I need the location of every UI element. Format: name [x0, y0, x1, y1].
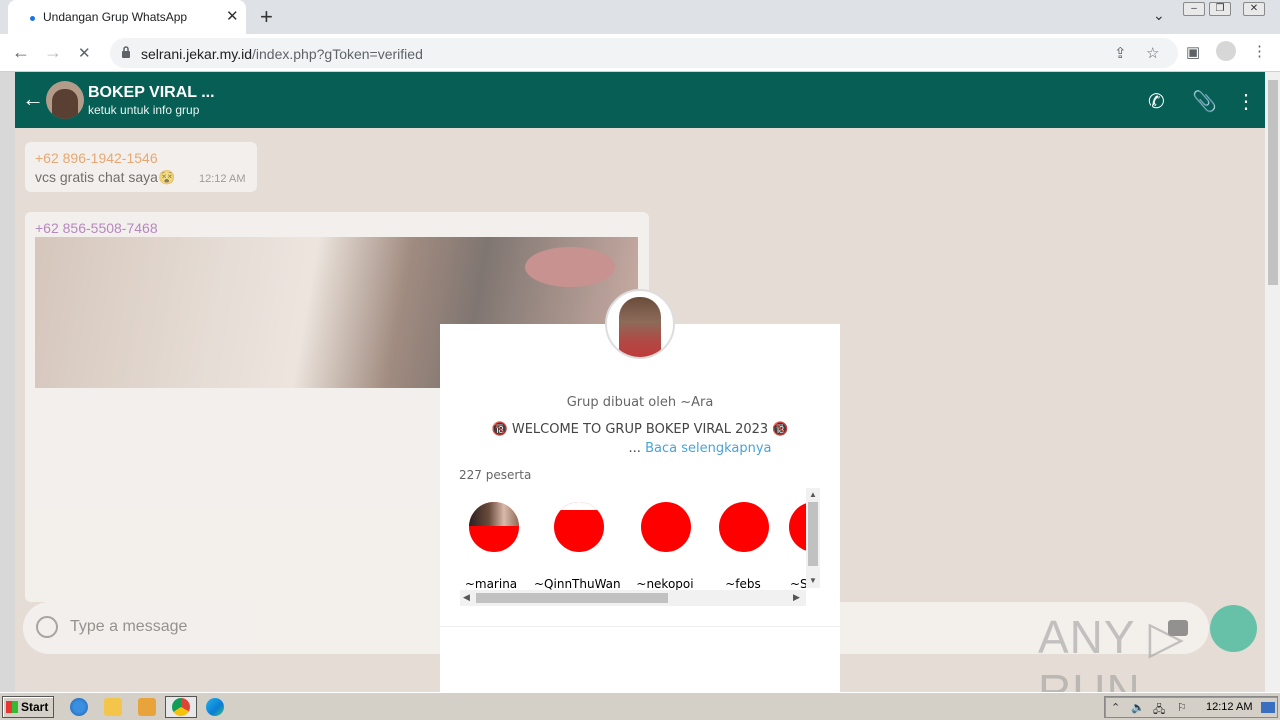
more-options-icon[interactable]: ⋮ [1236, 89, 1256, 114]
member-item[interactable]: ~S [770, 488, 806, 598]
member-name: ~marina [464, 577, 518, 591]
tab-search-icon[interactable]: ⌄ [1153, 7, 1165, 24]
scroll-left-icon[interactable]: ◀ [463, 592, 470, 603]
share-icon[interactable]: ⇪ [1114, 44, 1127, 62]
message-sender: +62 856-5508-7468 [35, 220, 158, 236]
member-item[interactable]: ~nekopoi [622, 488, 708, 598]
group-subtitle: ketuk untuk info grup [88, 103, 200, 117]
back-button[interactable]: ← [12, 42, 30, 63]
member-avatar [719, 502, 769, 552]
clock[interactable]: 12:12 AM [1206, 701, 1252, 713]
hscroll-thumb[interactable] [476, 593, 668, 603]
edge-icon[interactable] [206, 698, 224, 716]
system-tray: ⌃ 🔈 🖧 ⚐ 12:12 AM [1104, 696, 1278, 718]
volume-icon[interactable]: 🔈 [1131, 701, 1145, 714]
modal-group-avatar [605, 289, 675, 359]
restore-button[interactable]: ❐ [1209, 2, 1231, 16]
scroll-right-icon[interactable]: ▶ [793, 592, 800, 603]
media-player-icon[interactable] [138, 698, 156, 716]
file-explorer-icon[interactable] [104, 698, 122, 716]
member-avatar [641, 502, 691, 552]
member-avatar [554, 502, 604, 552]
minimize-button[interactable]: – [1183, 2, 1205, 16]
scroll-up-icon[interactable]: ▲ [809, 490, 817, 499]
bookmark-star-icon[interactable]: ☆ [1146, 44, 1159, 62]
internet-explorer-icon[interactable] [70, 698, 88, 716]
member-list-hscroll[interactable]: ◀ ▶ [460, 590, 806, 606]
network-icon[interactable]: 🖧 [1153, 701, 1165, 720]
browser-menu-icon[interactable]: ⋮ [1252, 42, 1267, 60]
phone-icon[interactable]: ✆ [1148, 89, 1165, 114]
group-invite-modal: Grup dibuat oleh ~Ara 🔞 WELCOME TO GRUP … [440, 324, 840, 692]
member-name: ~nekopoi [636, 577, 694, 591]
member-list[interactable]: ~marina ~QinnThuWan ~nekopoi ~febs ~S [460, 488, 806, 602]
tab-close-icon[interactable]: ✕ [226, 7, 239, 25]
group-creator: Grup dibuat oleh ~Ara [566, 395, 714, 410]
scroll-down-icon[interactable]: ▼ [809, 576, 817, 585]
tab-title: Undangan Grup WhatsApp [43, 10, 188, 24]
group-description: 🔞 WELCOME TO GRUP BOKEP VIRAL 2023 🔞 [491, 422, 789, 437]
page-margin-left [0, 72, 15, 692]
loading-icon [30, 16, 35, 21]
windows-logo-icon [6, 701, 18, 713]
browser-toolbar: ← → ✕ selrani.jekar.my.id/index.php?gTok… [0, 34, 1280, 72]
back-arrow-icon[interactable]: ← [22, 86, 44, 112]
member-avatar [789, 502, 806, 552]
member-name: ~S [790, 577, 806, 591]
message-input[interactable]: Type a message [70, 618, 187, 636]
start-button[interactable]: Start [2, 696, 54, 718]
profile-avatar-icon[interactable] [1216, 41, 1236, 61]
group-title[interactable]: BOKEP VIRAL ... [88, 84, 215, 102]
member-item[interactable]: ~marina [460, 488, 534, 598]
member-name: ~QinnThuWan [534, 577, 621, 591]
side-panel-icon[interactable]: ▣ [1186, 43, 1200, 61]
participant-count: 227 peserta [459, 468, 532, 482]
new-tab-button[interactable]: + [260, 4, 273, 30]
read-more-link[interactable]: Baca selengkapnya [645, 441, 771, 456]
message-bubble: +62 896-1942-1546 vcs gratis chat saya😵 … [25, 142, 257, 192]
url-text: selrani.jekar.my.id/index.php?gToken=ver… [141, 46, 423, 62]
chrome-icon [172, 698, 190, 716]
paperclip-icon[interactable]: 📎 [1192, 89, 1217, 114]
flag-icon[interactable]: ⚐ [1177, 701, 1187, 714]
message-sender: +62 896-1942-1546 [35, 150, 158, 166]
message-time: 12:12 AM [199, 173, 246, 185]
lock-icon [122, 46, 130, 58]
member-avatar [469, 502, 519, 552]
browser-tab[interactable]: Undangan Grup WhatsApp ✕ [8, 0, 246, 34]
member-list-vscroll[interactable]: ▲ ▼ [806, 488, 820, 588]
taskbar-chrome-active[interactable] [165, 696, 197, 718]
read-more-line: ... Baca selengkapnya [628, 441, 772, 456]
show-desktop-icon[interactable] [1261, 702, 1275, 713]
chat-header[interactable]: ← BOKEP VIRAL ... ketuk untuk info grup … [15, 72, 1265, 128]
close-window-button[interactable]: ✕ [1243, 2, 1265, 16]
stop-loading-button[interactable]: ✕ [78, 44, 91, 62]
member-item[interactable]: ~QinnThuWan [534, 488, 621, 598]
vscroll-thumb[interactable] [808, 502, 818, 566]
tray-expand-icon[interactable]: ⌃ [1111, 701, 1120, 714]
forward-button[interactable]: → [44, 42, 62, 63]
address-bar[interactable]: selrani.jekar.my.id/index.php?gToken=ver… [110, 38, 1178, 68]
group-avatar[interactable] [46, 81, 84, 119]
modal-divider [440, 626, 840, 627]
page-scrollbar-thumb[interactable] [1268, 80, 1278, 285]
browser-tab-bar: Undangan Grup WhatsApp ✕ + ⌄ – ❐ ✕ [0, 0, 1280, 34]
emoji-icon[interactable] [36, 616, 58, 638]
message-text: vcs gratis chat saya😵 [35, 169, 176, 185]
windows-taskbar: Start ⌃ 🔈 🖧 ⚐ 12:12 AM [0, 692, 1280, 720]
